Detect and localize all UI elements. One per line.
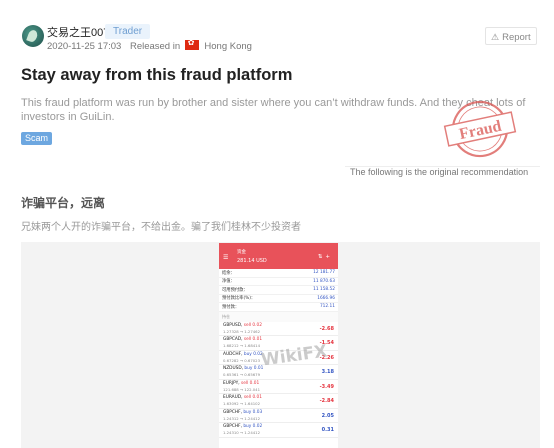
symbol-text: GBPUSD, [223,322,243,328]
position-row[interactable]: GBPCHF, buy 0.03 1.24312 → 1.24412 2.05 [219,409,338,423]
position-prices: 1.68212 → 1.68414 [223,343,260,348]
symbol-text: GBPCAD, [223,337,243,342]
summary-value: 1666.96 [317,295,335,301]
position-pl: 0.31 [321,427,334,433]
original-recommendation-label: The following is the original recommenda… [350,167,529,177]
position-prices: 121.688 → 122.041 [223,386,260,392]
position-prices: 1.24310 → 1.24412 [223,430,260,435]
position-symbol: AUDCHF, buy 0.02 [223,352,263,357]
symbol-text: EURJPY, [223,380,240,386]
position-prices: 1.27328 → 1.27462 [223,328,260,334]
position-symbol: EURAUD, sell 0.01 [223,395,262,400]
summary-row: 净值： 11 870.63 [219,278,338,286]
position-pl: 2.05 [321,412,334,419]
symbol-text: NZDUSD, [223,366,244,371]
summary-row: 预付款比率(%)： 1666.96 [219,295,338,303]
summary-label: 预付款比率(%)： [222,296,256,302]
position-side: buy 0.01 [244,366,264,371]
position-symbol: GBPCHF, buy 0.02 [223,424,262,429]
position-symbol: GBPCAD, sell 0.01 [223,337,262,342]
post-datetime: 2020-11-25 17:03 [47,41,122,52]
position-symbol: NZDUSD, buy 0.01 [223,366,263,371]
position-prices: 0.65361 → 0.65679 [223,372,260,377]
summary-value: 11 158.52 [313,287,335,293]
scam-tag[interactable]: Scam [21,132,53,145]
phone-account-label: 资金 [237,250,246,255]
sort-add-icons: ⇅+ [317,254,333,260]
position-side: sell 0.01 [243,337,263,342]
position-symbol: EURJPY, sell 0.01 [223,381,259,386]
position-pl: -2.84 [319,398,334,404]
position-prices: 1.24312 → 1.24412 [223,415,260,421]
position-side: buy 0.02 [243,424,263,429]
username[interactable]: 交易之王007 [47,24,109,40]
release-country: Hong Kong [204,41,252,52]
symbol-text: GBPCHF, [223,424,242,429]
position-side: sell 0.01 [243,395,263,400]
summary-label: 结余： [222,270,235,276]
position-side: buy 0.03 [243,409,263,415]
summary-row: 预付款： 712.11 [219,303,338,312]
summary-label: 净值： [222,279,235,285]
position-pl: 3.18 [321,369,334,375]
summary-row: 结余： 12 181.77 [219,269,338,278]
position-prices: 1.63092 → 1.64102 [223,401,260,406]
phone-balance: 281.14 USD [237,258,267,264]
post-title: Stay away from this fraud platform [21,66,293,84]
summary-row: 可用预付款： 11 158.52 [219,286,338,295]
role-badge: Trader [105,24,151,39]
summary-value: 11 870.63 [313,278,335,284]
menu-icon: ☰ [223,254,229,261]
positions-list: GBPUSD, sell 0.02 1.27328 → 1.27462 -2.68 G… [219,322,338,438]
original-description: 兄妹两个人开的诈骗平台，不给出金。骗了我们桂林不少投资者 [21,222,301,233]
position-symbol: GBPUSD, sell 0.02 [223,323,262,328]
report-label: Report [502,32,531,43]
phone-header: ☰ 资金 281.14 USD ⇅+ [219,243,338,269]
summary-value: 12 181.77 [313,270,335,276]
account-summary: 结余： 12 181.77 净值： 11 870.63 可用预付款： 11 158.52 预… [219,269,338,312]
position-row[interactable]: GBPUSD, sell 0.02 1.27328 → 1.27462 -2.68 [219,322,338,336]
symbol-text: EURAUD, [223,395,243,400]
position-pl: -3.49 [319,383,334,390]
position-prices: 0.67282 → 0.67023 [223,357,260,363]
position-row[interactable]: EURAUD, sell 0.01 1.63092 → 1.64102 -2.84 [219,394,338,409]
hong-kong-flag-icon [184,38,199,50]
position-row[interactable]: EURJPY, sell 0.01 121.688 → 122.041 -3.49 [219,380,338,394]
position-side: sell 0.01 [240,380,260,386]
position-side: sell 0.02 [243,322,262,328]
symbol-text: AUDCHF, [223,351,243,357]
original-title: 诈骗平台，远离 [21,196,106,210]
warning-icon: ⚠ [491,32,500,42]
summary-label: 可用预付款： [222,287,248,293]
position-symbol: GBPCHF, buy 0.03 [223,410,262,415]
post-meta: 2020-11-25 17:03 Released in Hong Kong [47,38,252,52]
report-button[interactable]: ⚠ Report [485,27,537,45]
summary-value: 712.11 [319,304,335,310]
position-row[interactable]: GBPCHF, buy 0.02 1.24310 → 1.24412 0.31 [219,423,338,438]
position-pl: -2.68 [319,325,334,332]
released-label: Released in [129,41,181,52]
positions-section-label: 持仓 [219,311,338,322]
symbol-text: GBPCHF, [223,409,242,415]
avatar-leaf-icon [26,28,39,44]
summary-label: 预付款： [222,304,240,310]
avatar[interactable] [22,25,44,47]
